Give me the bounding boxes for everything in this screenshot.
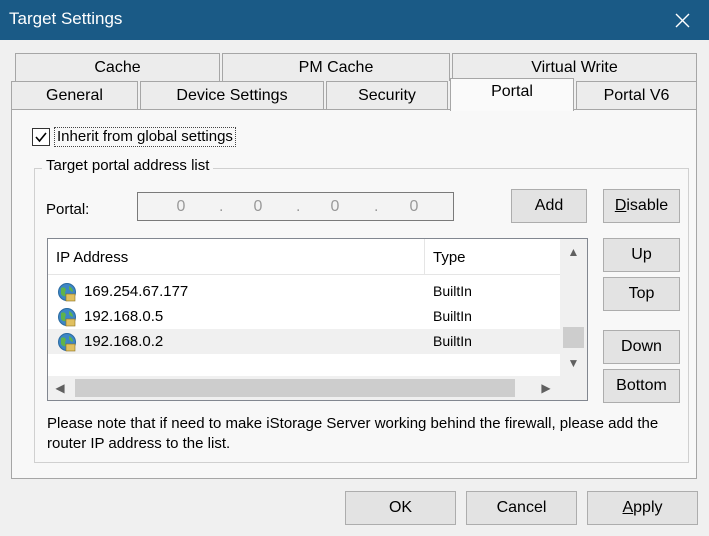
network-globe-icon (58, 308, 76, 327)
apply-button[interactable]: Apply (587, 491, 698, 525)
mnemonic: D (614, 197, 627, 214)
scroll-down-arrow-icon[interactable]: ▼ (560, 356, 587, 370)
window-title: Target Settings (9, 9, 123, 28)
vertical-scroll-thumb[interactable] (563, 327, 584, 348)
button-label: Bottom (616, 377, 667, 394)
scroll-right-arrow-icon[interactable]: ▶ (538, 381, 554, 395)
horizontal-scroll-thumb[interactable] (75, 379, 515, 397)
ok-button[interactable]: OK (345, 491, 456, 525)
tab-label: Device Settings (176, 87, 288, 104)
ip-dot: . (219, 198, 224, 215)
tab-label: General (46, 87, 103, 104)
scrollbar-corner (560, 376, 587, 400)
firewall-note: Please note that if need to make iStorag… (47, 415, 659, 452)
scroll-left-arrow-icon[interactable]: ◀ (52, 381, 68, 395)
down-button[interactable]: Down (603, 330, 680, 364)
tab-label: Cache (94, 59, 141, 76)
checkmark-icon (35, 132, 47, 143)
button-label: Down (621, 338, 662, 355)
tab-label: PM Cache (298, 59, 374, 76)
column-header-type[interactable]: Type (425, 239, 568, 275)
ip-octet-3[interactable]: 0 (324, 198, 346, 216)
mnemonic: A (622, 499, 634, 516)
group-title: Target portal address list (42, 157, 214, 174)
up-button[interactable]: Up (603, 238, 680, 272)
row-ip-address: 192.168.0.2 (84, 333, 164, 350)
cancel-button[interactable]: Cancel (466, 491, 577, 525)
network-globe-icon (58, 333, 76, 352)
inherit-checkbox[interactable] (32, 128, 50, 146)
button-label: Apply (588, 492, 697, 524)
row-type: BuiltIn (433, 283, 472, 299)
button-label: Cancel (496, 499, 547, 516)
row-ip-address: 169.254.67.177 (84, 283, 189, 300)
button-label: Disable (604, 190, 679, 222)
vertical-scrollbar[interactable]: ▲ ▼ (560, 239, 587, 376)
tab-label: Portal (491, 83, 533, 100)
button-label: OK (388, 499, 413, 516)
tab-label: Virtual Write (531, 59, 618, 76)
ip-dot: . (374, 198, 379, 215)
tab-general[interactable]: General (11, 81, 138, 110)
tab-pm-cache[interactable]: PM Cache (222, 53, 450, 81)
close-icon (675, 13, 690, 28)
tab-virtual-write[interactable]: Virtual Write (452, 53, 697, 81)
table-row[interactable]: 192.168.0.5 BuiltIn (48, 304, 560, 329)
tab-cache[interactable]: Cache (15, 53, 220, 81)
row-type: BuiltIn (433, 308, 472, 324)
ip-dot: . (296, 198, 301, 215)
button-label: Top (628, 285, 655, 302)
tab-security[interactable]: Security (326, 81, 448, 110)
inherit-label[interactable]: Inherit from global settings (54, 127, 236, 147)
tab-portal-v6[interactable]: Portal V6 (576, 81, 697, 110)
close-button[interactable] (663, 4, 703, 36)
label-rest: isable (626, 197, 669, 214)
column-header-ip-address[interactable]: IP Address (48, 239, 432, 275)
network-globe-icon (58, 283, 76, 302)
tab-label: Security (358, 87, 416, 104)
bottom-button[interactable]: Bottom (603, 369, 680, 403)
add-button[interactable]: Add (511, 189, 587, 223)
table-row[interactable]: 169.254.67.177 BuiltIn (48, 279, 560, 304)
row-ip-address: 192.168.0.5 (84, 308, 164, 325)
portal-address-list[interactable]: IP Address Type 169.254.67.177 BuiltIn 1… (47, 238, 588, 401)
tab-label: Portal V6 (603, 87, 670, 104)
tab-device-settings[interactable]: Device Settings (140, 81, 324, 110)
disable-button[interactable]: Disable (603, 189, 680, 223)
row-type: BuiltIn (433, 333, 472, 349)
portal-label: Portal: (46, 201, 90, 218)
top-button[interactable]: Top (603, 277, 680, 311)
portal-ip-input[interactable]: 0 . 0 . 0 . 0 (137, 192, 454, 221)
label-rest: pply (633, 499, 663, 516)
button-label: Add (534, 197, 564, 214)
tab-portal[interactable]: Portal (450, 78, 574, 111)
table-row[interactable]: 192.168.0.2 BuiltIn (48, 329, 560, 354)
ip-octet-1[interactable]: 0 (170, 198, 192, 216)
ip-octet-2[interactable]: 0 (247, 198, 269, 216)
ip-octet-4[interactable]: 0 (403, 198, 425, 216)
button-label: Up (631, 246, 652, 263)
list-header: IP Address Type (48, 239, 560, 275)
scroll-up-arrow-icon[interactable]: ▲ (560, 245, 587, 259)
